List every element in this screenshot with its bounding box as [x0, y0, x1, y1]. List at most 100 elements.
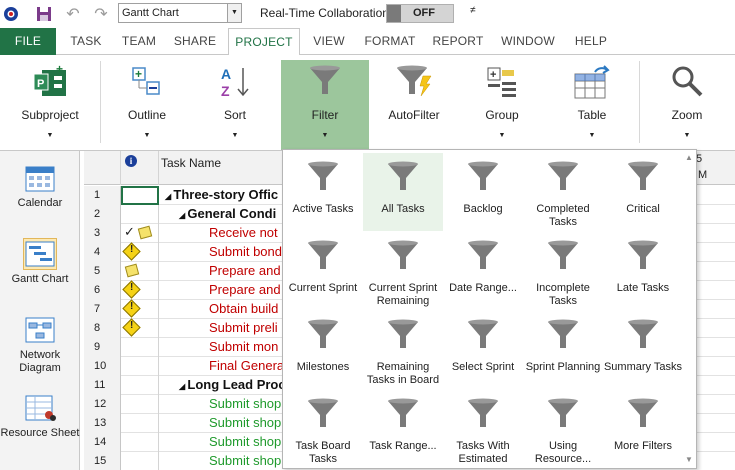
- ribbon-separator: [639, 61, 640, 143]
- filter-option-task-board-tasks[interactable]: Task Board Tasks: [283, 390, 363, 468]
- task-name-cell[interactable]: Submit mon: [159, 338, 289, 357]
- autofilter-button[interactable]: AutoFilter: [376, 60, 452, 148]
- row-number[interactable]: 12: [84, 395, 121, 414]
- task-name-cell[interactable]: Submit shop: [159, 414, 289, 433]
- realtime-collaboration-toggle[interactable]: OFF: [386, 4, 454, 23]
- row-number[interactable]: 5: [84, 262, 121, 281]
- filter-option-milestones[interactable]: Milestones: [283, 311, 363, 389]
- row-number[interactable]: 1: [84, 186, 121, 205]
- view-gantt-chart[interactable]: Gantt Chart: [0, 238, 80, 285]
- chevron-down-icon: ▼: [143, 132, 151, 139]
- filter-option-incomplete-tasks[interactable]: Incomplete Tasks: [523, 232, 603, 310]
- tab-team[interactable]: TEAM: [114, 28, 164, 55]
- dropdown-scrollbar[interactable]: ▲ ▼: [682, 150, 696, 468]
- task-name-cell[interactable]: ◢ Long Lead Proc: [159, 376, 289, 395]
- filter-option-completed-tasks[interactable]: Completed Tasks: [523, 153, 603, 231]
- filter-option-using-resource[interactable]: Using Resource...: [523, 390, 603, 468]
- task-name-cell[interactable]: ◢ Three-story Offic: [159, 186, 289, 205]
- scroll-up-icon[interactable]: ▲: [685, 153, 693, 162]
- filter-option-more-filters[interactable]: More Filters: [603, 390, 683, 468]
- redo-icon[interactable]: ↷: [90, 4, 112, 24]
- sort-button[interactable]: AZ Sort ▼: [196, 60, 274, 148]
- table-button[interactable]: Table ▼: [556, 60, 628, 148]
- filter-option-current-sprint[interactable]: Current Sprint: [283, 232, 363, 310]
- filter-option-summary-tasks[interactable]: Summary Tasks: [603, 311, 683, 389]
- customize-toolbar-icon[interactable]: ≠: [470, 5, 476, 16]
- indicator-cell: [121, 338, 159, 357]
- view-select[interactable]: Gantt Chart ▼: [118, 3, 242, 23]
- task-name-cell[interactable]: Final Genera: [159, 357, 289, 376]
- row-number[interactable]: 3: [84, 224, 121, 243]
- row-number[interactable]: 2: [84, 205, 121, 224]
- row-number[interactable]: 4: [84, 243, 121, 262]
- task-name-column-header[interactable]: Task Name: [159, 151, 289, 185]
- chevron-down-icon[interactable]: ▼: [227, 4, 241, 22]
- filter-option-remaining-tasks-in-board[interactable]: Remaining Tasks in Board: [363, 311, 443, 389]
- filter-option-label: Late Tasks: [616, 282, 670, 294]
- tab-task[interactable]: TASK: [60, 28, 112, 55]
- filter-option-select-sprint[interactable]: Select Sprint: [443, 311, 523, 389]
- filter-option-label: Critical: [626, 203, 660, 215]
- undo-icon[interactable]: ↶: [62, 4, 84, 24]
- row-number[interactable]: 13: [84, 414, 121, 433]
- task-name-cell[interactable]: Submit preli: [159, 319, 289, 338]
- tab-help[interactable]: HELP: [566, 28, 616, 55]
- filter-icon: [466, 317, 500, 354]
- filter-option-task-range[interactable]: Task Range...: [363, 390, 443, 468]
- row-number[interactable]: 8: [84, 319, 121, 338]
- filter-icon: [626, 238, 660, 275]
- tab-file[interactable]: FILE: [0, 28, 56, 55]
- row-number[interactable]: 15: [84, 452, 121, 470]
- row-number[interactable]: 11: [84, 376, 121, 395]
- task-name-cell[interactable]: Submit shop: [159, 395, 289, 414]
- filter-option-label: Current Sprint: [288, 282, 358, 294]
- task-name-cell[interactable]: Obtain build: [159, 300, 289, 319]
- warning-exclamation: !: [130, 244, 134, 255]
- row-number[interactable]: 10: [84, 357, 121, 376]
- task-name-cell[interactable]: Prepare and: [159, 262, 289, 281]
- tab-project[interactable]: PROJECT: [228, 28, 300, 56]
- filter-option-backlog[interactable]: Backlog: [443, 153, 523, 231]
- table-icon: [573, 64, 611, 103]
- select-all-corner[interactable]: [84, 151, 121, 185]
- view-resource-sheet[interactable]: Resource Sheet: [0, 393, 80, 440]
- view-network-diagram[interactable]: Network Diagram: [0, 315, 80, 375]
- row-number[interactable]: 14: [84, 433, 121, 452]
- task-name-text: Prepare and: [209, 282, 281, 297]
- outline-button[interactable]: + Outline ▼: [110, 60, 184, 148]
- tab-share[interactable]: SHARE: [166, 28, 224, 55]
- tab-view[interactable]: VIEW: [304, 28, 354, 55]
- filter-option-current-sprint-remaining[interactable]: Current Sprint Remaining: [363, 232, 443, 310]
- group-button[interactable]: + Group ▼: [466, 60, 538, 148]
- row-number[interactable]: 9: [84, 338, 121, 357]
- task-name-cell[interactable]: Receive not: [159, 224, 289, 243]
- filter-option-critical[interactable]: Critical: [603, 153, 683, 231]
- scroll-down-icon[interactable]: ▼: [685, 455, 693, 464]
- svg-text:+: +: [490, 69, 496, 81]
- ribbon-separator: [100, 61, 101, 143]
- info-icon: i: [125, 155, 137, 167]
- task-name-cell[interactable]: Prepare and: [159, 281, 289, 300]
- filter-button[interactable]: Filter ▼: [281, 60, 369, 150]
- tab-report[interactable]: REPORT: [426, 28, 490, 55]
- zoom-button[interactable]: Zoom ▼: [650, 60, 724, 148]
- task-name-cell[interactable]: Submit shop: [159, 452, 289, 470]
- task-name-cell[interactable]: Submit shop: [159, 433, 289, 452]
- row-number[interactable]: 6: [84, 281, 121, 300]
- tab-window[interactable]: WINDOW: [494, 28, 562, 55]
- filter-option-active-tasks[interactable]: Active Tasks: [283, 153, 363, 231]
- row-number[interactable]: 7: [84, 300, 121, 319]
- task-name-cell[interactable]: Submit bond: [159, 243, 289, 262]
- filter-option-late-tasks[interactable]: Late Tasks: [603, 232, 683, 310]
- filter-option-all-tasks[interactable]: All Tasks: [363, 153, 443, 231]
- filter-option-tasks-with-estimated[interactable]: Tasks With Estimated: [443, 390, 523, 468]
- save-icon[interactable]: [34, 4, 54, 24]
- indicator-cell: [121, 414, 159, 433]
- filter-option-date-range[interactable]: Date Range...: [443, 232, 523, 310]
- subproject-button[interactable]: P + Subproject ▼: [10, 60, 90, 148]
- indicators-column-header[interactable]: i: [121, 151, 159, 185]
- task-name-cell[interactable]: ◢ General Condi: [159, 205, 289, 224]
- tab-format[interactable]: FORMAT: [358, 28, 422, 55]
- view-calendar[interactable]: Calendar: [0, 163, 80, 209]
- filter-option-sprint-planning[interactable]: Sprint Planning: [523, 311, 603, 389]
